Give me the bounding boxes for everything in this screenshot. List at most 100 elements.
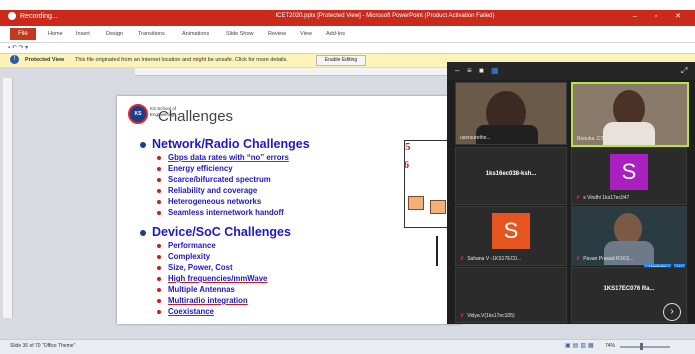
participant-tile-active[interactable]: Renuka .CT <box>571 82 689 147</box>
list-item-text: High frequencies/mmWave <box>168 274 268 283</box>
tab-slide-show[interactable]: Slide Show <box>226 31 254 37</box>
recording-indicator[interactable]: Recording... <box>8 12 58 20</box>
participant-name: 1KS17EC076 Ra... <box>603 286 655 292</box>
bullet-icon <box>157 265 161 270</box>
protected-view-label: Protected View <box>25 57 65 63</box>
list-item: Gbps data rates with “no” errors <box>157 153 289 162</box>
list-item-text: Energy efficiency <box>168 164 233 173</box>
participant-name: ✗ Pavan Prasad R1KS... <box>576 256 634 262</box>
house-icon <box>430 200 446 214</box>
list-item: Seamless internetwork handoff <box>157 208 284 217</box>
participant-tile[interactable]: 1ks16ec038-ksh... <box>455 147 567 205</box>
tab-view[interactable]: View <box>300 31 312 37</box>
list-item-text: Multiple Antennas <box>168 285 235 294</box>
list-item: Energy efficiency <box>157 164 233 173</box>
muted-icon: ✗ <box>460 313 465 319</box>
next-page-button[interactable]: › <box>663 303 681 321</box>
fullscreen-icon[interactable]: ⤢ <box>681 66 687 76</box>
diagram-number: 5 <box>405 141 411 153</box>
bullet-icon <box>157 298 161 303</box>
horizontal-ruler <box>135 68 485 76</box>
quick-access-toolbar[interactable]: ▪ ↶ ↷ ▾ <box>8 44 28 51</box>
participant-name: ✗ s Vindhi 1ks17ec047 <box>576 195 630 201</box>
bullet-icon <box>157 243 161 248</box>
window-controls[interactable]: – ▫ ✕ <box>633 12 689 20</box>
vertical-ruler <box>3 78 13 318</box>
bullet-icon <box>157 199 161 204</box>
bullet-icon <box>140 141 146 148</box>
view-buttons[interactable]: ▣▤▥▦ <box>565 342 596 349</box>
participant-name: ✗ Sahana V -1KS17EC0... <box>460 256 522 262</box>
list-item: Performance <box>157 241 216 250</box>
bullet-icon <box>140 229 146 236</box>
window-title: ICET2020.pptx [Protected View] - Microso… <box>275 13 495 19</box>
participant-name: Renuka .CT <box>577 136 604 142</box>
zoom-level[interactable]: 74% <box>605 343 615 349</box>
list-item-text: Size, Power, Cost <box>168 263 233 272</box>
list-item-text: Multiradio integration <box>168 296 248 305</box>
menu-icon[interactable]: ≡ <box>467 66 472 75</box>
tab-design[interactable]: Design <box>106 31 123 37</box>
list-item-text: Coexistance <box>168 307 214 316</box>
section-heading-device: Device/SoC Challenges <box>140 225 291 239</box>
tab-animations[interactable]: Animations <box>182 31 209 37</box>
stop-icon[interactable]: ■ <box>479 66 484 75</box>
bullet-icon <box>157 276 161 281</box>
list-item-text: Seamless internetwork handoff <box>168 208 284 217</box>
slide-title: Challenges <box>158 108 234 125</box>
protected-view-message[interactable]: This file originated from an Internet lo… <box>75 57 288 63</box>
enable-editing-button[interactable]: Enable Editing <box>316 55 366 66</box>
list-item-text: Performance <box>168 241 216 250</box>
gallery-view-icon[interactable]: ▦ <box>491 66 499 75</box>
list-item-text: Reliability and coverage <box>168 186 258 195</box>
participant-tile[interactable]: usersurethe... <box>455 82 567 145</box>
tab-insert[interactable]: Insert <box>76 31 90 37</box>
bullet-icon <box>157 188 161 193</box>
tab-home[interactable]: Home <box>48 31 63 37</box>
participant-tile[interactable]: ✗ Pavan Prasad R1KS... <box>571 206 687 266</box>
list-item: Heterogeneous networks <box>157 197 261 206</box>
diagram-number: 6 <box>404 160 409 171</box>
list-item-text: Gbps data rates with “no” errors <box>168 153 289 162</box>
slide-info: Slide 36 of 70 "Office Theme" <box>10 343 76 349</box>
list-item: Multiradio integration <box>157 296 248 305</box>
participant-name: ✗ Vidya.V(1ks17ec105) <box>460 313 515 319</box>
participant-name: usersurethe... <box>460 135 491 141</box>
list-item-text: Scarce/bifurcated spectrum <box>168 175 271 184</box>
participant-tile[interactable]: ✗ Vidya.V(1ks17ec105) <box>455 267 567 323</box>
shield-icon: ! <box>10 55 19 64</box>
section-heading-text: Network/Radio Challenges <box>152 137 310 151</box>
list-item: High frequencies/mmWave <box>157 274 267 283</box>
college-logo: KS <box>128 104 148 124</box>
list-item: Complexity <box>157 252 210 261</box>
recording-label: Recording... <box>20 12 58 20</box>
zoom-slider-handle[interactable] <box>640 343 643 350</box>
list-item: Reliability and coverage <box>157 186 257 195</box>
bullet-icon <box>157 309 161 314</box>
list-item-text: Heterogeneous networks <box>168 197 262 206</box>
section-heading-network: Network/Radio Challenges <box>140 137 310 151</box>
avatar: S <box>610 154 648 190</box>
bullet-icon <box>157 166 161 171</box>
participant-tile[interactable]: S ✗ Sahana V -1KS17EC0... <box>455 206 567 266</box>
list-item: Scarce/bifurcated spectrum <box>157 175 271 184</box>
record-icon <box>8 12 16 20</box>
avatar: S <box>492 213 530 249</box>
ribbon-tabs <box>0 26 695 43</box>
minimize-icon[interactable]: – <box>455 66 459 75</box>
video-call-toolbar <box>447 62 695 80</box>
muted-icon: ✗ <box>460 256 465 262</box>
participant-name: 1ks16ec038-ksh... <box>485 171 537 177</box>
bullet-icon <box>157 287 161 292</box>
zoom-slider[interactable] <box>620 346 670 348</box>
tab-review[interactable]: Review <box>268 31 286 37</box>
list-item: Multiple Antennas <box>157 285 235 294</box>
list-item: Size, Power, Cost <box>157 263 233 272</box>
tab-add-ins[interactable]: Add-Ins <box>326 31 345 37</box>
section-heading-text: Device/SoC Challenges <box>152 225 291 239</box>
tab-file[interactable]: File <box>10 28 36 40</box>
muted-icon: ✗ <box>576 195 581 201</box>
house-icon <box>408 196 424 210</box>
tab-transitions[interactable]: Transitions <box>138 31 165 37</box>
participant-tile[interactable]: S ✗ s Vindhi 1ks17ec047 <box>571 147 687 205</box>
